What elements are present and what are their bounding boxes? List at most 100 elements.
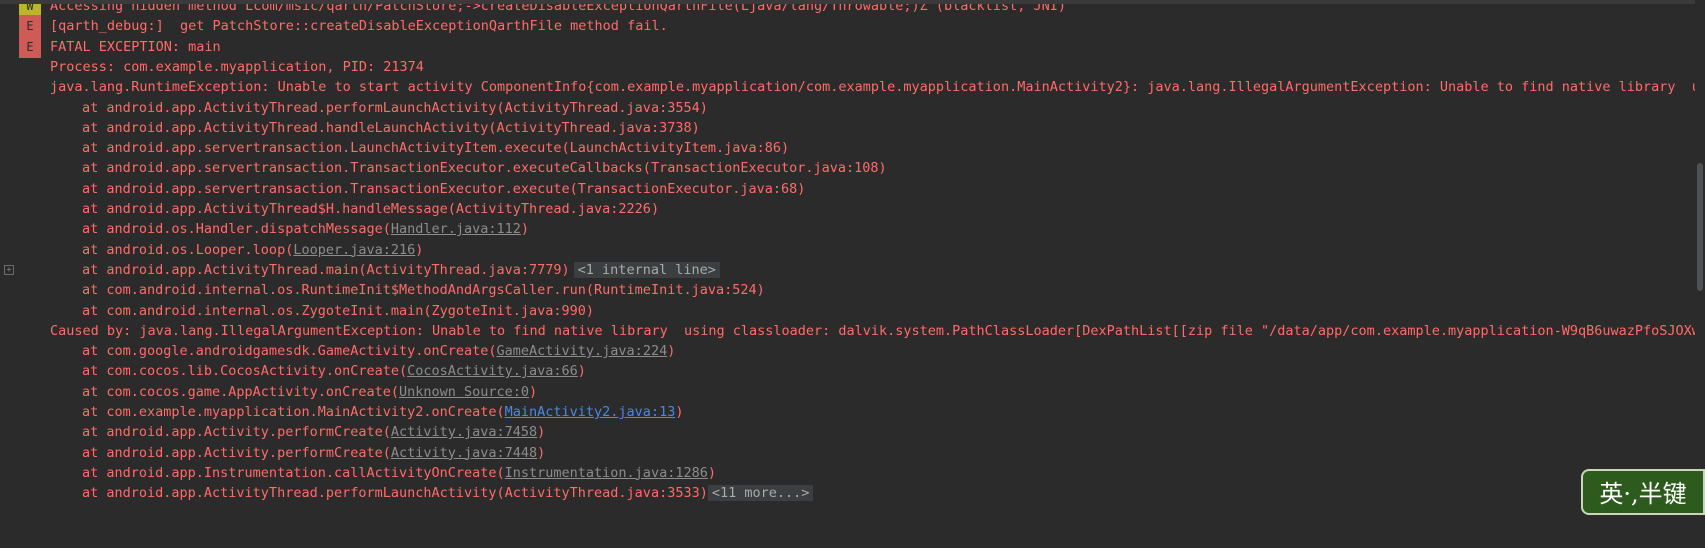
scrollbar-thumb[interactable] — [1697, 163, 1703, 291]
log-text: at com.google.androidgamesdk.GameActivit… — [50, 340, 675, 362]
stack-frame-text: at android.app.Activity.performCreate( — [82, 444, 391, 461]
log-message: Process: com.example.myapplication, PID:… — [50, 58, 424, 75]
log-text: at com.cocos.lib.CocosActivity.onCreate(… — [50, 360, 586, 382]
log-text: at android.app.Activity.performCreate(Ac… — [50, 421, 545, 443]
log-line: at android.app.ActivityThread.performLau… — [0, 482, 1695, 504]
collapsed-internal-lines[interactable]: <1 internal line> — [573, 261, 720, 278]
stack-frame-close: ) — [537, 424, 546, 441]
stack-frame-text: at android.app.Activity.performCreate( — [82, 424, 391, 441]
log-line: at android.app.ActivityThread.handleLaun… — [0, 117, 1695, 139]
log-text: at android.app.Instrumentation.callActiv… — [50, 462, 716, 484]
source-file-link[interactable]: Handler.java:112 — [391, 221, 521, 237]
log-text: [qarth_debug:] get PatchStore::createDis… — [50, 15, 668, 37]
log-line: at android.app.servertransaction.LaunchA… — [0, 137, 1695, 159]
log-message: Caused by: java.lang.IllegalArgumentExce… — [50, 322, 1705, 339]
logcat-panel: W Accessing hidden method Lcom/msic/qarth… — [0, 0, 1705, 548]
log-text: at android.app.servertransaction.Transac… — [50, 157, 887, 179]
stack-frame-close: ) — [675, 404, 684, 420]
log-message: FATAL EXCEPTION: main — [50, 38, 221, 55]
source-file-link[interactable]: Unknown Source:0 — [399, 384, 529, 400]
log-line: at android.app.Instrumentation.callActiv… — [0, 462, 1695, 484]
log-text: at android.app.servertransaction.Transac… — [50, 178, 805, 200]
log-line: java.lang.RuntimeException: Unable to st… — [0, 76, 1705, 98]
log-line: at com.google.androidgamesdk.GameActivit… — [0, 340, 1695, 362]
source-file-link[interactable]: Activity.java:7448 — [391, 445, 537, 461]
stack-frame-close: ) — [520, 221, 530, 238]
log-message: at com.android.internal.os.ZygoteInit.ma… — [82, 302, 595, 319]
log-line: at android.app.Activity.performCreate(Ac… — [0, 442, 1695, 464]
ime-status-indicator[interactable]: 英·,半键 — [1581, 469, 1705, 515]
fold-expand-icon[interactable]: + — [4, 264, 14, 275]
stack-frame-close: ) — [415, 241, 424, 258]
log-text: at android.os.Handler.dispatchMessage(Ha… — [50, 218, 529, 240]
source-file-link[interactable]: CocosActivity.java:66 — [407, 363, 578, 379]
log-text: at android.app.ActivityThread.performLau… — [50, 97, 708, 119]
log-text: at android.app.ActivityThread.main(Activ… — [50, 259, 720, 281]
source-file-link[interactable]: MainActivity2.java:13 — [505, 404, 676, 420]
log-text: Caused by: java.lang.IllegalArgumentExce… — [50, 320, 1705, 342]
log-line: Process: com.example.myapplication, PID:… — [0, 56, 1695, 78]
log-line: at android.os.Handler.dispatchMessage(Ha… — [0, 218, 1695, 240]
log-line: E [qarth_debug:] get PatchStore::createDi… — [0, 15, 1695, 38]
log-text: at android.app.ActivityThread.performLau… — [50, 482, 814, 504]
log-line: E FATAL EXCEPTION: main — [0, 35, 1695, 58]
log-message: at android.app.ActivityThread$H.handleMe… — [82, 201, 660, 217]
log-text: at android.app.ActivityThread$H.handleMe… — [50, 198, 659, 220]
stack-frame-close: ) — [529, 383, 538, 400]
log-text: Process: com.example.myapplication, PID:… — [50, 56, 424, 78]
source-file-link[interactable]: GameActivity.java:224 — [497, 343, 668, 359]
log-message: at com.android.internal.os.RuntimeInit$M… — [82, 282, 765, 299]
top-edge — [0, 0, 1705, 4]
source-file-link[interactable]: Instrumentation.java:1286 — [505, 465, 708, 481]
log-text: FATAL EXCEPTION: main — [50, 36, 221, 58]
log-text: at android.app.ActivityThread.handleLaun… — [50, 117, 700, 139]
log-line: Caused by: java.lang.IllegalArgumentExce… — [0, 320, 1705, 342]
stack-frame-close: ) — [577, 363, 586, 380]
log-text: at android.app.servertransaction.LaunchA… — [50, 137, 789, 159]
stack-frame-text: at com.example.myapplication.MainActivit… — [82, 404, 505, 420]
stack-frame-text: at com.cocos.lib.CocosActivity.onCreate( — [82, 363, 408, 380]
log-message: at android.app.ActivityThread.main(Activ… — [82, 261, 570, 278]
log-message: at android.app.ActivityThread.performLau… — [82, 99, 708, 116]
log-line: at com.cocos.game.AppActivity.onCreate(U… — [0, 381, 1695, 403]
log-message: at android.app.servertransaction.LaunchA… — [82, 140, 790, 157]
stack-frame-close: ) — [667, 343, 676, 360]
log-line: at android.app.Activity.performCreate(Ac… — [0, 421, 1695, 443]
log-text: at com.android.internal.os.RuntimeInit$M… — [50, 279, 765, 301]
source-file-link[interactable]: Looper.java:216 — [293, 242, 415, 258]
stack-frame-text: at com.google.androidgamesdk.GameActivit… — [82, 343, 497, 360]
log-line: at com.android.internal.os.ZygoteInit.ma… — [0, 300, 1695, 322]
stack-frame-text: at android.os.Handler.dispatchMessage( — [82, 221, 391, 238]
error-level-badge: E — [19, 15, 41, 38]
log-line: at com.android.internal.os.RuntimeInit$M… — [0, 279, 1695, 301]
log-text: at com.android.internal.os.ZygoteInit.ma… — [50, 300, 594, 322]
log-message: at android.app.servertransaction.Transac… — [82, 160, 887, 177]
stack-frame-text: at android.os.Looper.loop( — [82, 241, 294, 258]
log-text: at com.cocos.game.AppActivity.onCreate(U… — [50, 381, 537, 403]
stack-frame-text: at com.cocos.game.AppActivity.onCreate( — [82, 383, 399, 400]
collapsed-more-lines[interactable]: <11 more...> — [707, 485, 814, 502]
log-line: at android.os.Looper.loop(Looper.java:21… — [0, 239, 1695, 261]
log-message: [qarth_debug:] get PatchStore::createDis… — [50, 18, 668, 35]
log-line: at android.app.servertransaction.Transac… — [0, 178, 1695, 200]
log-line: at android.app.servertransaction.Transac… — [0, 157, 1695, 179]
log-line: at android.app.ActivityThread$H.handleMe… — [0, 198, 1695, 220]
source-file-link[interactable]: Activity.java:7458 — [391, 424, 537, 440]
log-text: java.lang.RuntimeException: Unable to st… — [50, 76, 1705, 98]
stack-frame-text: at android.app.Instrumentation.callActiv… — [82, 464, 505, 481]
log-text: at com.example.myapplication.MainActivit… — [50, 401, 683, 423]
error-level-badge: E — [19, 35, 41, 58]
stack-frame-close: ) — [707, 464, 716, 481]
log-message: at android.app.ActivityThread.performLau… — [82, 485, 708, 502]
log-line: at com.example.myapplication.MainActivit… — [0, 401, 1695, 423]
log-message: at android.app.ActivityThread.handleLaun… — [82, 119, 700, 136]
log-line: at android.app.ActivityThread.main(Activ… — [0, 259, 1695, 281]
log-line: at android.app.ActivityThread.performLau… — [0, 97, 1695, 119]
log-line: at com.cocos.lib.CocosActivity.onCreate(… — [0, 360, 1695, 382]
log-text: at android.app.Activity.performCreate(Ac… — [50, 442, 545, 464]
log-text: at android.os.Looper.loop(Looper.java:21… — [50, 239, 423, 261]
log-message: java.lang.RuntimeException: Unable to st… — [50, 79, 1705, 96]
stack-frame-close: ) — [537, 444, 546, 461]
log-message: at android.app.servertransaction.Transac… — [82, 180, 806, 197]
vertical-scrollbar[interactable] — [1695, 0, 1705, 548]
